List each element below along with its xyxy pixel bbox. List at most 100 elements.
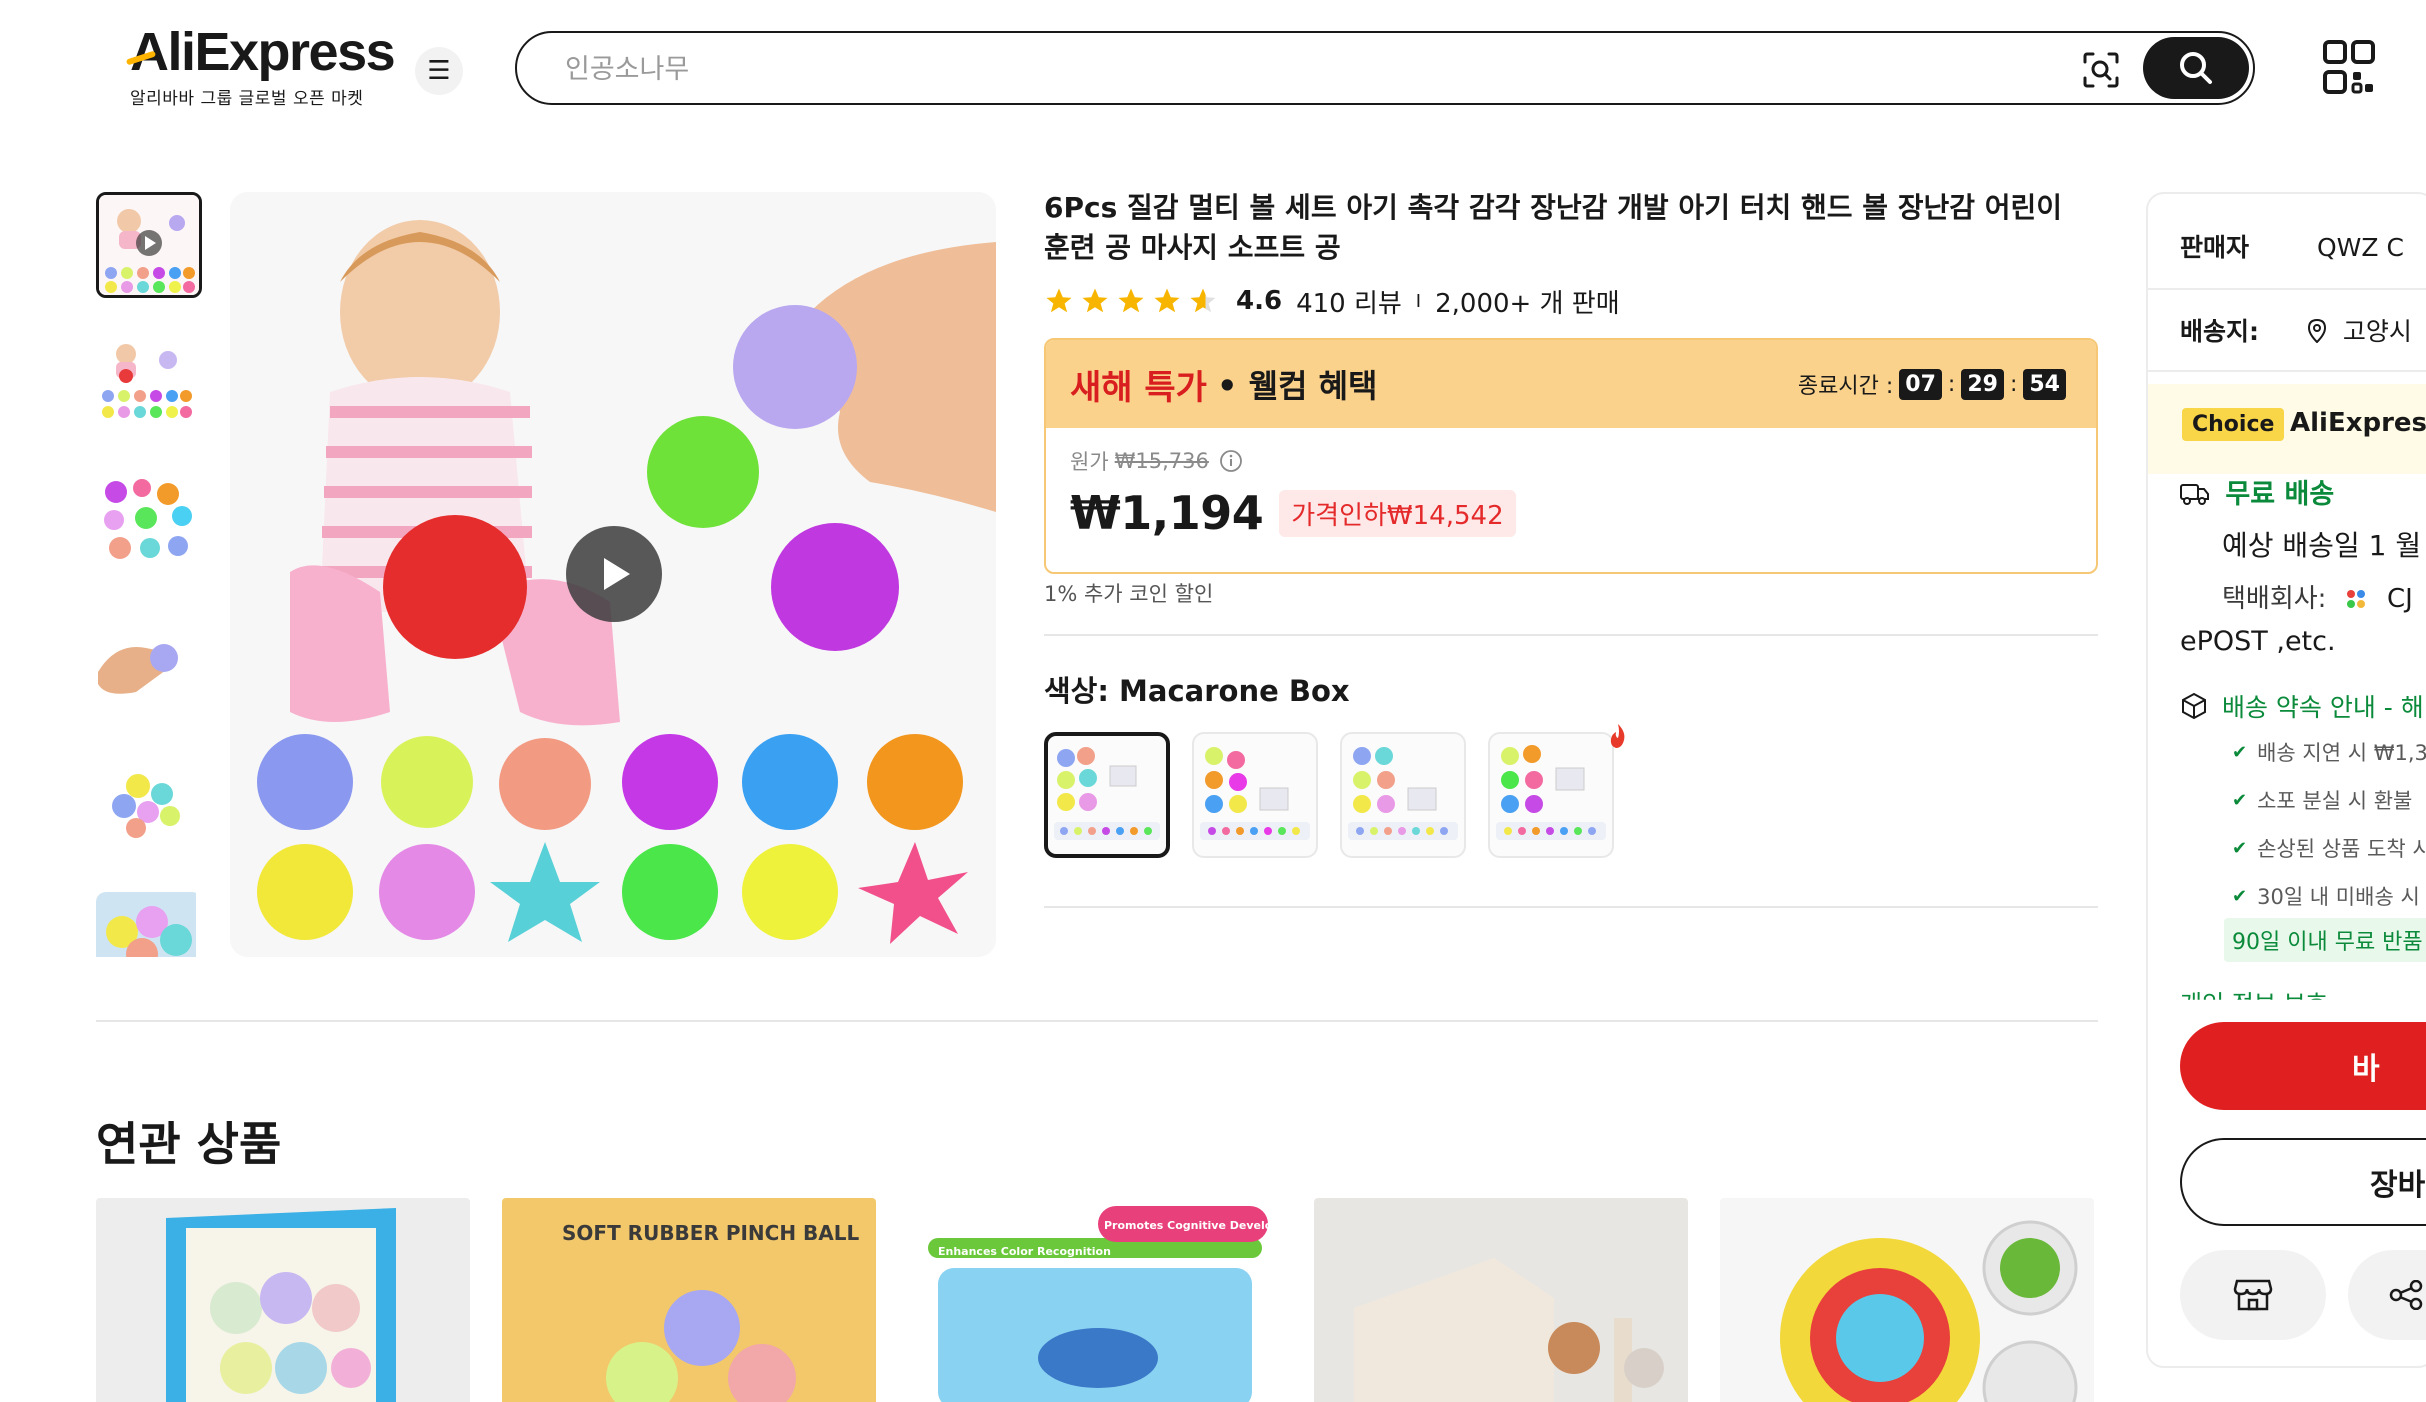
search-input[interactable] bbox=[565, 51, 1965, 87]
review-count[interactable]: 410 리뷰 bbox=[1296, 283, 1402, 320]
choice-brand: AliExpress bbox=[2290, 408, 2426, 438]
half-star-icon bbox=[1190, 288, 1216, 313]
countdown-timer: 종료시간 : 07 : 29 : 54 bbox=[1798, 368, 2072, 400]
swatch-option-2[interactable] bbox=[1192, 732, 1318, 858]
search-icon bbox=[2180, 52, 2212, 84]
star-icon bbox=[1118, 288, 1144, 313]
rating-stars bbox=[1044, 286, 1218, 316]
search-button[interactable] bbox=[2143, 37, 2249, 99]
swatch-option-4[interactable] bbox=[1488, 724, 1625, 858]
timer-colon: : bbox=[2009, 371, 2018, 397]
related-product-card[interactable] bbox=[1720, 1198, 2094, 1402]
swatch-option-3[interactable] bbox=[1340, 732, 1466, 858]
divider bbox=[2148, 370, 2426, 372]
check-icon: ✔ bbox=[2232, 885, 2248, 907]
sale-price: ₩1,194 bbox=[1070, 486, 1264, 540]
divider: I bbox=[1415, 290, 1422, 312]
add-to-cart-button[interactable]: 장바 bbox=[2180, 1138, 2426, 1226]
delivery-promise-row[interactable]: 배송 약속 안내 - 해 bbox=[2180, 688, 2424, 724]
promo-card: 새해 특가 • 웰컴 혜택 종료시간 : 07 : 29 : 54 원가 ₩15… bbox=[1044, 338, 2098, 574]
thumbnail-2[interactable] bbox=[96, 332, 202, 438]
star-icon bbox=[1046, 288, 1072, 313]
timer-colon: : bbox=[1947, 371, 1956, 397]
seller-label: 판매자 bbox=[2180, 233, 2250, 262]
promise-item: ✔ 소포 분실 시 환불 bbox=[2232, 776, 2426, 824]
free-shipping-row[interactable]: 무료 배송 bbox=[2180, 472, 2334, 511]
buy-now-button[interactable]: 바 bbox=[2180, 1022, 2426, 1110]
price-row: ₩1,194 가격인하₩14,542 bbox=[1070, 486, 2072, 540]
share-button[interactable] bbox=[2348, 1250, 2426, 1340]
privacy-label: 개인 정보 보호 bbox=[2180, 990, 2328, 1018]
original-price: ₩15,736 bbox=[1114, 449, 1209, 473]
related-product-card[interactable]: Enhances Color Recognition Promotes Cogn… bbox=[908, 1198, 1282, 1402]
logo-text: AliExpress bbox=[130, 22, 396, 82]
free-shipping-label: 무료 배송 bbox=[2225, 479, 2335, 510]
card-caption: Enhances Color Recognition bbox=[938, 1245, 1111, 1258]
privacy-row[interactable]: 개인 정보 보호 bbox=[2180, 984, 2328, 1018]
star-icon bbox=[1082, 288, 1108, 313]
image-search-icon[interactable] bbox=[2079, 48, 2123, 92]
related-products-title: 연관 상품 bbox=[96, 1117, 282, 1171]
ship-to-label: 배송지: bbox=[2180, 317, 2259, 346]
thumbnail-4[interactable] bbox=[96, 612, 202, 718]
aliexpress-logo[interactable]: AliExpress 알리바바 그룹 글로벌 오픈 마켓 bbox=[130, 22, 396, 109]
main-product-image[interactable] bbox=[230, 192, 996, 957]
logo-tagline: 알리바바 그룹 글로벌 오픈 마켓 bbox=[130, 89, 364, 109]
swatch-image bbox=[1348, 747, 1458, 840]
shield-box-icon bbox=[2182, 692, 2206, 720]
fire-icon bbox=[1610, 724, 1625, 748]
related-products-list: SOFT RUBBER PINCH BALL Enhances Color Re… bbox=[96, 1198, 2094, 1402]
store-icon bbox=[2233, 1279, 2273, 1311]
timer-minutes: 29 bbox=[1961, 368, 2004, 400]
original-price-row: 원가 ₩15,736 bbox=[1070, 446, 2072, 476]
product-thumbnail: SOFT RUBBER PINCH BALL bbox=[502, 1198, 876, 1402]
delivery-date: 예상 배송일 1 월 2 bbox=[2222, 529, 2426, 562]
location-pin-icon bbox=[2307, 318, 2326, 344]
thumbnail-3[interactable] bbox=[96, 472, 202, 578]
choice-badge: Choice bbox=[2182, 408, 2285, 441]
timer-seconds: 54 bbox=[2023, 368, 2066, 400]
divider bbox=[1044, 634, 2098, 636]
promo-subtitle: • 웰컴 혜택 bbox=[1216, 367, 1378, 405]
thumbnail-video[interactable] bbox=[96, 192, 202, 298]
qr-code-icon[interactable] bbox=[2323, 40, 2375, 94]
info-icon[interactable] bbox=[1219, 449, 1243, 473]
thumbnail-image bbox=[96, 612, 196, 712]
seller-name[interactable]: QWZ C bbox=[2317, 233, 2404, 262]
thumbnail-5[interactable] bbox=[96, 752, 202, 858]
related-product-card[interactable]: SOFT RUBBER PINCH BALL bbox=[502, 1198, 876, 1402]
timer-hours: 07 bbox=[1899, 368, 1942, 400]
swatch-image bbox=[1496, 745, 1606, 840]
store-button[interactable] bbox=[2180, 1250, 2326, 1340]
courier-logo-icon bbox=[2346, 590, 2365, 608]
color-label: 색상: Macarone Box bbox=[1044, 674, 1350, 708]
discount-badge: 가격인하₩14,542 bbox=[1279, 489, 1516, 537]
sold-count: 2,000+ 개 판매 bbox=[1435, 288, 1620, 319]
check-icon: ✔ bbox=[2232, 837, 2248, 859]
related-product-card[interactable] bbox=[96, 1198, 470, 1402]
color-swatches bbox=[1044, 724, 1625, 858]
delivery-promise-label: 배송 약속 안내 - 해 bbox=[2221, 693, 2424, 722]
check-icon: ✔ bbox=[2232, 789, 2248, 811]
price-block: 원가 ₩15,736 ₩1,194 가격인하₩14,542 bbox=[1046, 428, 2096, 558]
swatch-macarone-box[interactable] bbox=[1044, 732, 1170, 858]
original-price-label: 원가 bbox=[1070, 450, 1109, 474]
courier-more: ePOST ,etc. bbox=[2180, 626, 2336, 657]
swatch-image bbox=[1054, 747, 1160, 840]
seller-row: 판매자 QWZ C bbox=[2180, 228, 2404, 264]
thumbnail-6[interactable] bbox=[96, 892, 202, 957]
thumbnail-image bbox=[96, 752, 196, 852]
thumbnail-image bbox=[99, 195, 199, 295]
ship-to-row[interactable]: 배송지: 고양시 bbox=[2180, 312, 2412, 348]
play-video-button[interactable] bbox=[566, 526, 662, 622]
purchase-panel: 판매자 QWZ C 배송지: 고양시 Choice AliExpress 무료 … bbox=[2146, 192, 2426, 1368]
related-product-card[interactable] bbox=[1314, 1198, 1688, 1402]
promise-item: ✔ 배송 지연 시 ₩1,3 bbox=[2232, 728, 2426, 776]
rating-row: 4.6 410 리뷰 I 2,000+ 개 판매 bbox=[1044, 281, 1620, 321]
courier-label: 택배회사: bbox=[2222, 584, 2327, 614]
search-bar bbox=[515, 31, 2255, 105]
promise-list: ✔ 배송 지연 시 ₩1,3 ✔ 소포 분실 시 환불 ✔ 손상된 상품 도착 시 ✔… bbox=[2232, 728, 2426, 920]
divider bbox=[1044, 906, 2098, 908]
product-thumbnail bbox=[96, 1198, 470, 1402]
menu-icon[interactable]: ☰ bbox=[415, 47, 463, 95]
